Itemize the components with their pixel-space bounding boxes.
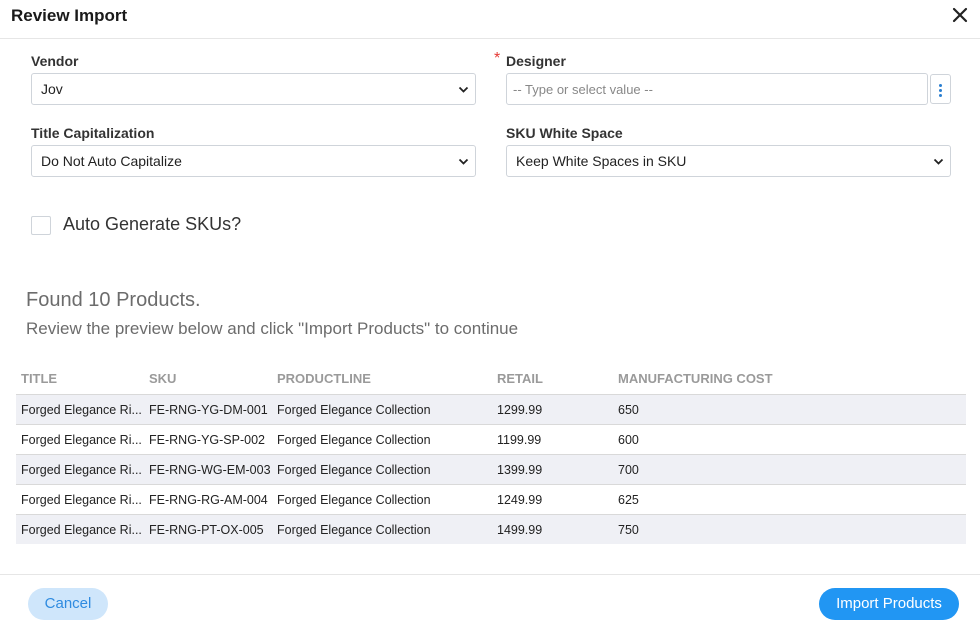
designer-menu-button[interactable] [930, 74, 951, 104]
review-instructions: Review the preview below and click "Impo… [26, 319, 519, 338]
required-marker: * [494, 50, 501, 67]
cell-manufacturing-cost: 700 [618, 463, 639, 477]
cell-manufacturing-cost: 750 [618, 523, 639, 537]
cell-productline: Forged Elegance Collection [277, 463, 431, 477]
cell-manufacturing-cost: 625 [618, 493, 639, 507]
cell-retail: 1399.99 [497, 463, 543, 477]
auto-generate-checkbox[interactable] [31, 216, 51, 235]
cell-retail: 1499.99 [497, 523, 543, 537]
column-header-manufacturing-cost[interactable]: MANUFACTURING COST [618, 371, 773, 386]
cell-productline: Forged Elegance Collection [277, 433, 431, 447]
cell-manufacturing-cost: 650 [618, 403, 639, 417]
table-row: Forged Elegance Ri... FE-RNG-RG-AM-004 F… [16, 484, 966, 514]
found-products-text: Found 10 Products. [26, 289, 201, 311]
designer-input[interactable]: -- Type or select value -- [506, 73, 928, 105]
chevron-down-icon [458, 158, 469, 165]
cell-title: Forged Elegance Ri... [21, 403, 142, 417]
column-header-title[interactable]: TITLE [21, 371, 143, 386]
column-header-productline[interactable]: PRODUCTLINE [277, 371, 371, 386]
cell-retail: 1299.99 [497, 403, 543, 417]
cell-title: Forged Elegance Ri... [21, 463, 142, 477]
cell-retail: 1249.99 [497, 493, 543, 507]
sku-white-space-label: SKU White Space [506, 125, 623, 141]
sku-white-space-value: Keep White Spaces in SKU [516, 153, 687, 169]
preview-table: TITLE SKU PRODUCTLINE RETAIL MANUFACTURI… [16, 364, 966, 544]
cell-sku: FE-RNG-RG-AM-004 [149, 493, 268, 507]
column-header-sku[interactable]: SKU [149, 371, 176, 386]
cell-productline: Forged Elegance Collection [277, 493, 431, 507]
dialog-header: Review Import [0, 0, 980, 39]
vendor-value: Jov [41, 81, 63, 97]
vendor-select[interactable]: Jov [31, 73, 476, 105]
dialog-title: Review Import [11, 6, 128, 25]
auto-generate-label: Auto Generate SKUs? [63, 214, 242, 234]
import-products-button[interactable]: Import Products [819, 588, 959, 620]
table-row: Forged Elegance Ri... FE-RNG-PT-OX-005 F… [16, 514, 966, 544]
table-header: TITLE SKU PRODUCTLINE RETAIL MANUFACTURI… [16, 364, 966, 394]
cell-sku: FE-RNG-WG-EM-003 [149, 463, 271, 477]
table-row: Forged Elegance Ri... FE-RNG-WG-EM-003 F… [16, 454, 966, 484]
title-capitalization-value: Do Not Auto Capitalize [41, 153, 182, 169]
cell-retail: 1199.99 [497, 433, 542, 447]
cell-sku: FE-RNG-PT-OX-005 [149, 523, 264, 537]
dialog-footer: Cancel Import Products [0, 574, 980, 620]
cell-productline: Forged Elegance Collection [277, 523, 431, 537]
chevron-down-icon [933, 158, 944, 165]
table-row: Forged Elegance Ri... FE-RNG-YG-DM-001 F… [16, 394, 966, 424]
column-header-retail[interactable]: RETAIL [497, 371, 543, 386]
chevron-down-icon [458, 86, 469, 93]
vendor-label: Vendor [31, 53, 79, 69]
cell-sku: FE-RNG-YG-DM-001 [149, 403, 268, 417]
sku-white-space-select[interactable]: Keep White Spaces in SKU [506, 145, 951, 177]
designer-label: Designer [506, 53, 566, 69]
cell-productline: Forged Elegance Collection [277, 403, 431, 417]
title-capitalization-label: Title Capitalization [31, 125, 155, 141]
cell-title: Forged Elegance Ri... [21, 523, 142, 537]
cell-title: Forged Elegance Ri... [21, 433, 142, 447]
title-capitalization-select[interactable]: Do Not Auto Capitalize [31, 145, 476, 177]
designer-placeholder: -- Type or select value -- [513, 82, 653, 97]
table-row: Forged Elegance Ri... FE-RNG-YG-SP-002 F… [16, 424, 966, 454]
cell-sku: FE-RNG-YG-SP-002 [149, 433, 265, 447]
cell-manufacturing-cost: 600 [618, 433, 639, 447]
cell-title: Forged Elegance Ri... [21, 493, 142, 507]
close-icon[interactable] [951, 6, 969, 24]
cancel-button[interactable]: Cancel [28, 588, 108, 620]
